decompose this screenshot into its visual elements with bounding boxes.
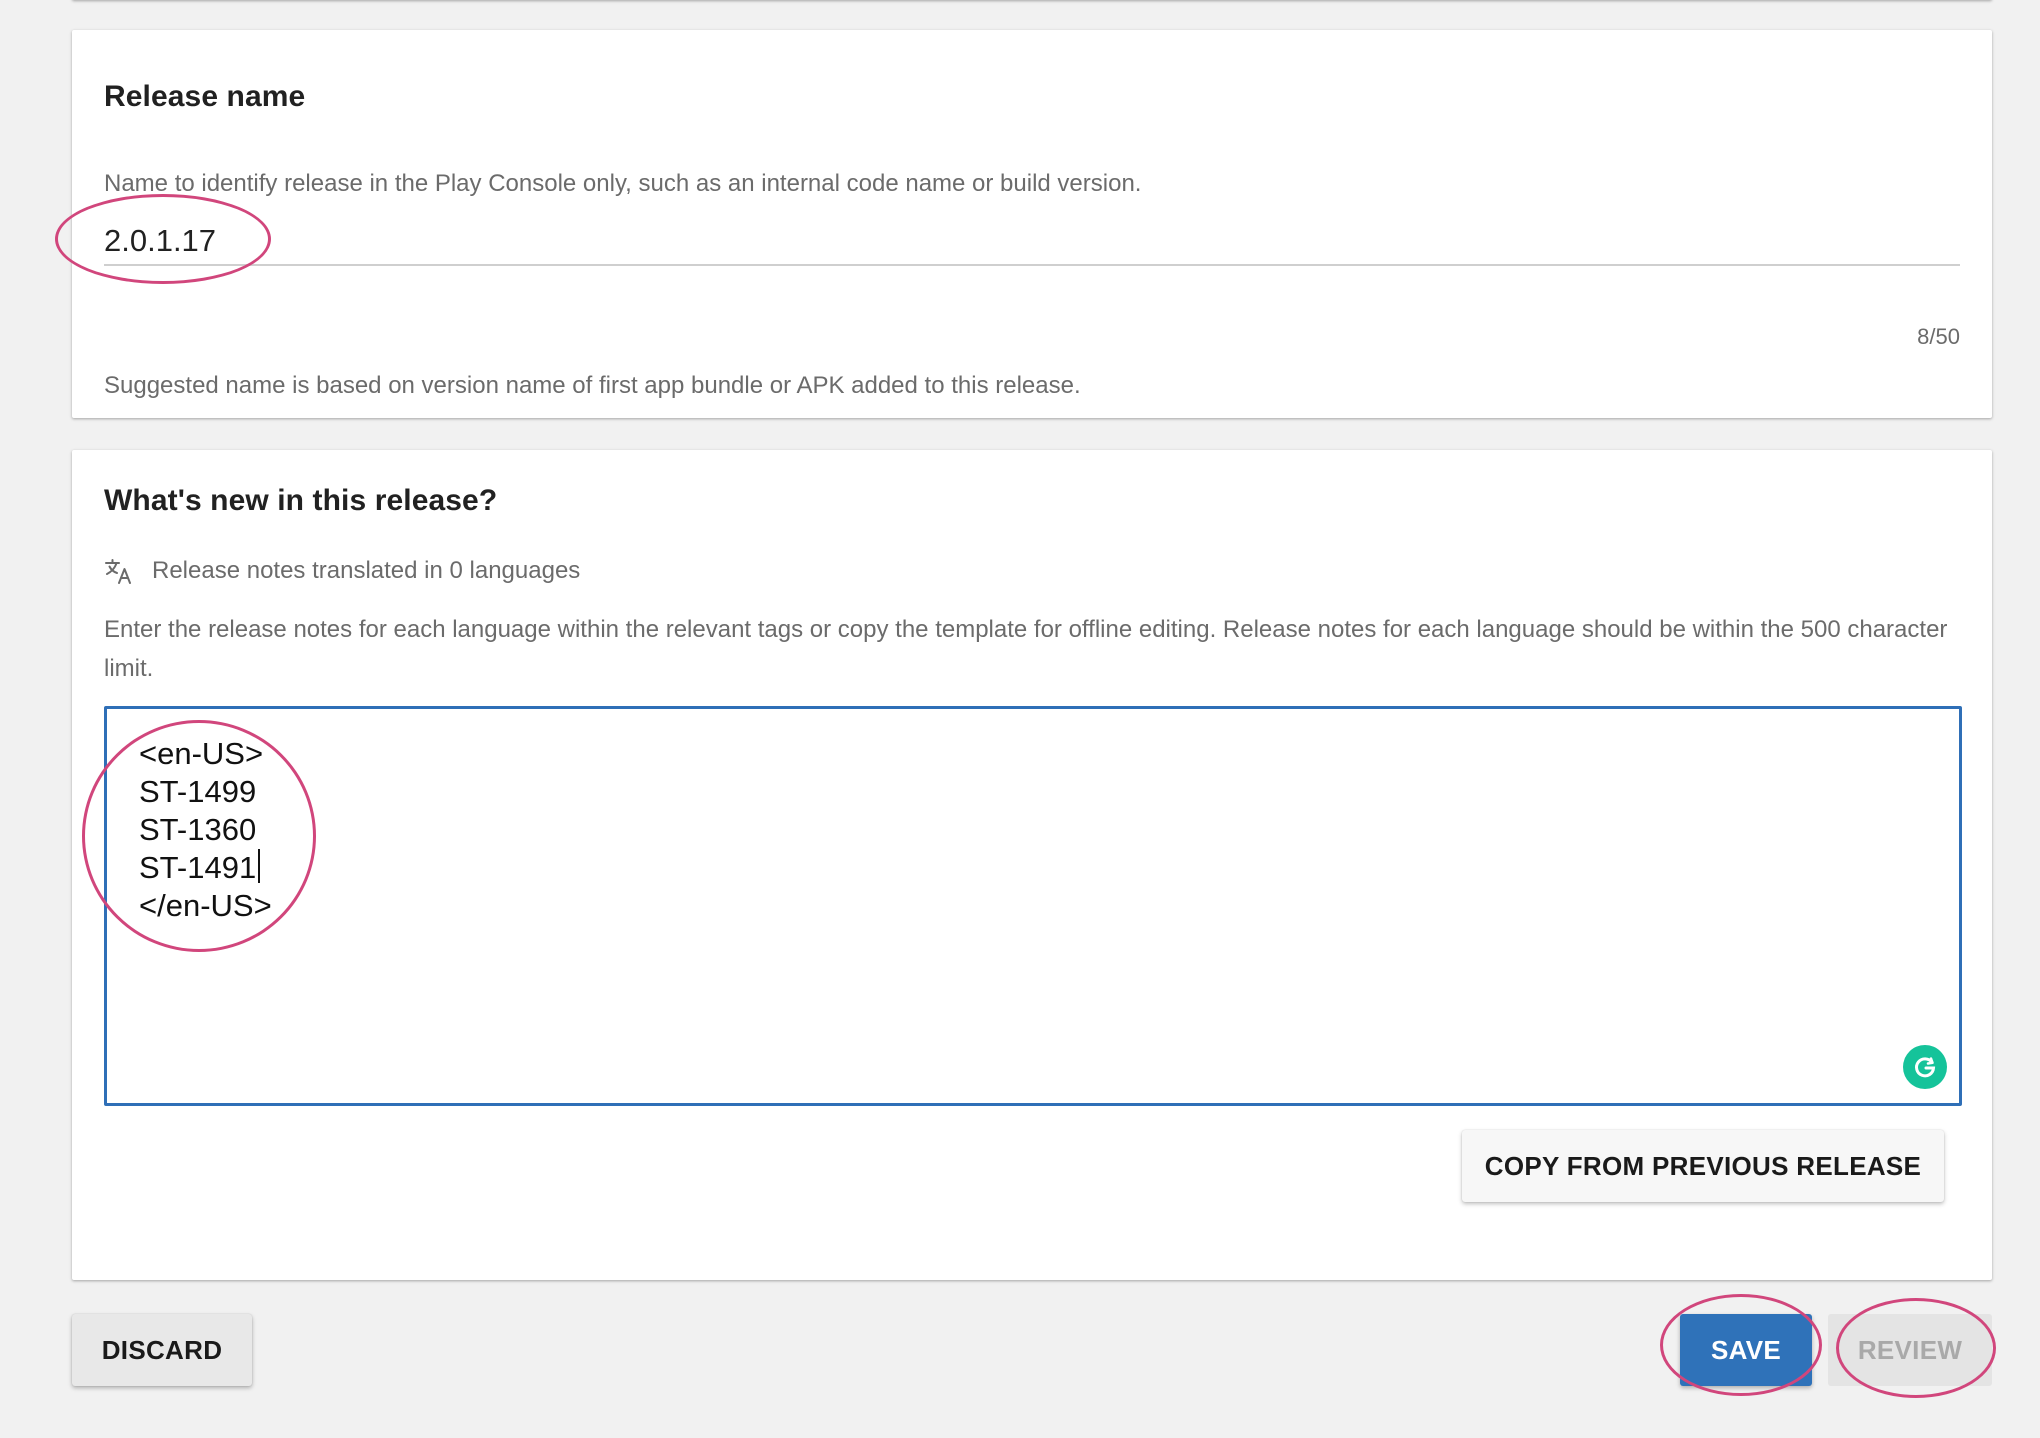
release-name-title: Release name: [104, 80, 306, 113]
character-counter: 8/50: [1917, 324, 1960, 349]
translate-icon: [104, 556, 134, 586]
translation-status: Release notes translated in 0 languages: [104, 556, 580, 586]
release-name-hint: Suggested name is based on version name …: [104, 372, 1081, 399]
grammarly-icon[interactable]: [1903, 1045, 1947, 1089]
notes-line: ST-1491: [139, 850, 257, 885]
copy-from-previous-release-button[interactable]: COPY FROM PREVIOUS RELEASE: [1462, 1130, 1944, 1202]
notes-line: ST-1499: [139, 774, 257, 809]
whats-new-title: What's new in this release?: [104, 484, 498, 517]
release-name-input[interactable]: [104, 218, 1960, 266]
notes-line: <en-US>: [139, 736, 264, 771]
release-notes-content[interactable]: <en-US> ST-1499 ST-1360 ST-1491 </en-US>: [139, 735, 272, 925]
whats-new-card: What's new in this release? Release note…: [72, 450, 1992, 1280]
review-button[interactable]: REVIEW: [1828, 1314, 1992, 1386]
text-caret: [258, 849, 261, 883]
notes-line: ST-1360: [139, 812, 257, 847]
page-root: Release name Name to identify release in…: [0, 0, 2040, 1438]
save-button[interactable]: SAVE: [1680, 1314, 1812, 1386]
discard-button[interactable]: DISCARD: [72, 1314, 252, 1386]
release-notes-textarea[interactable]: <en-US> ST-1499 ST-1360 ST-1491 </en-US>: [104, 706, 1962, 1106]
release-notes-instructions: Enter the release notes for each languag…: [104, 616, 1948, 682]
notes-line: </en-US>: [139, 888, 272, 923]
release-name-card: Release name Name to identify release in…: [72, 30, 1992, 418]
translated-languages-label: Release notes translated in 0 languages: [152, 557, 581, 584]
release-name-description: Name to identify release in the Play Con…: [104, 170, 1142, 197]
